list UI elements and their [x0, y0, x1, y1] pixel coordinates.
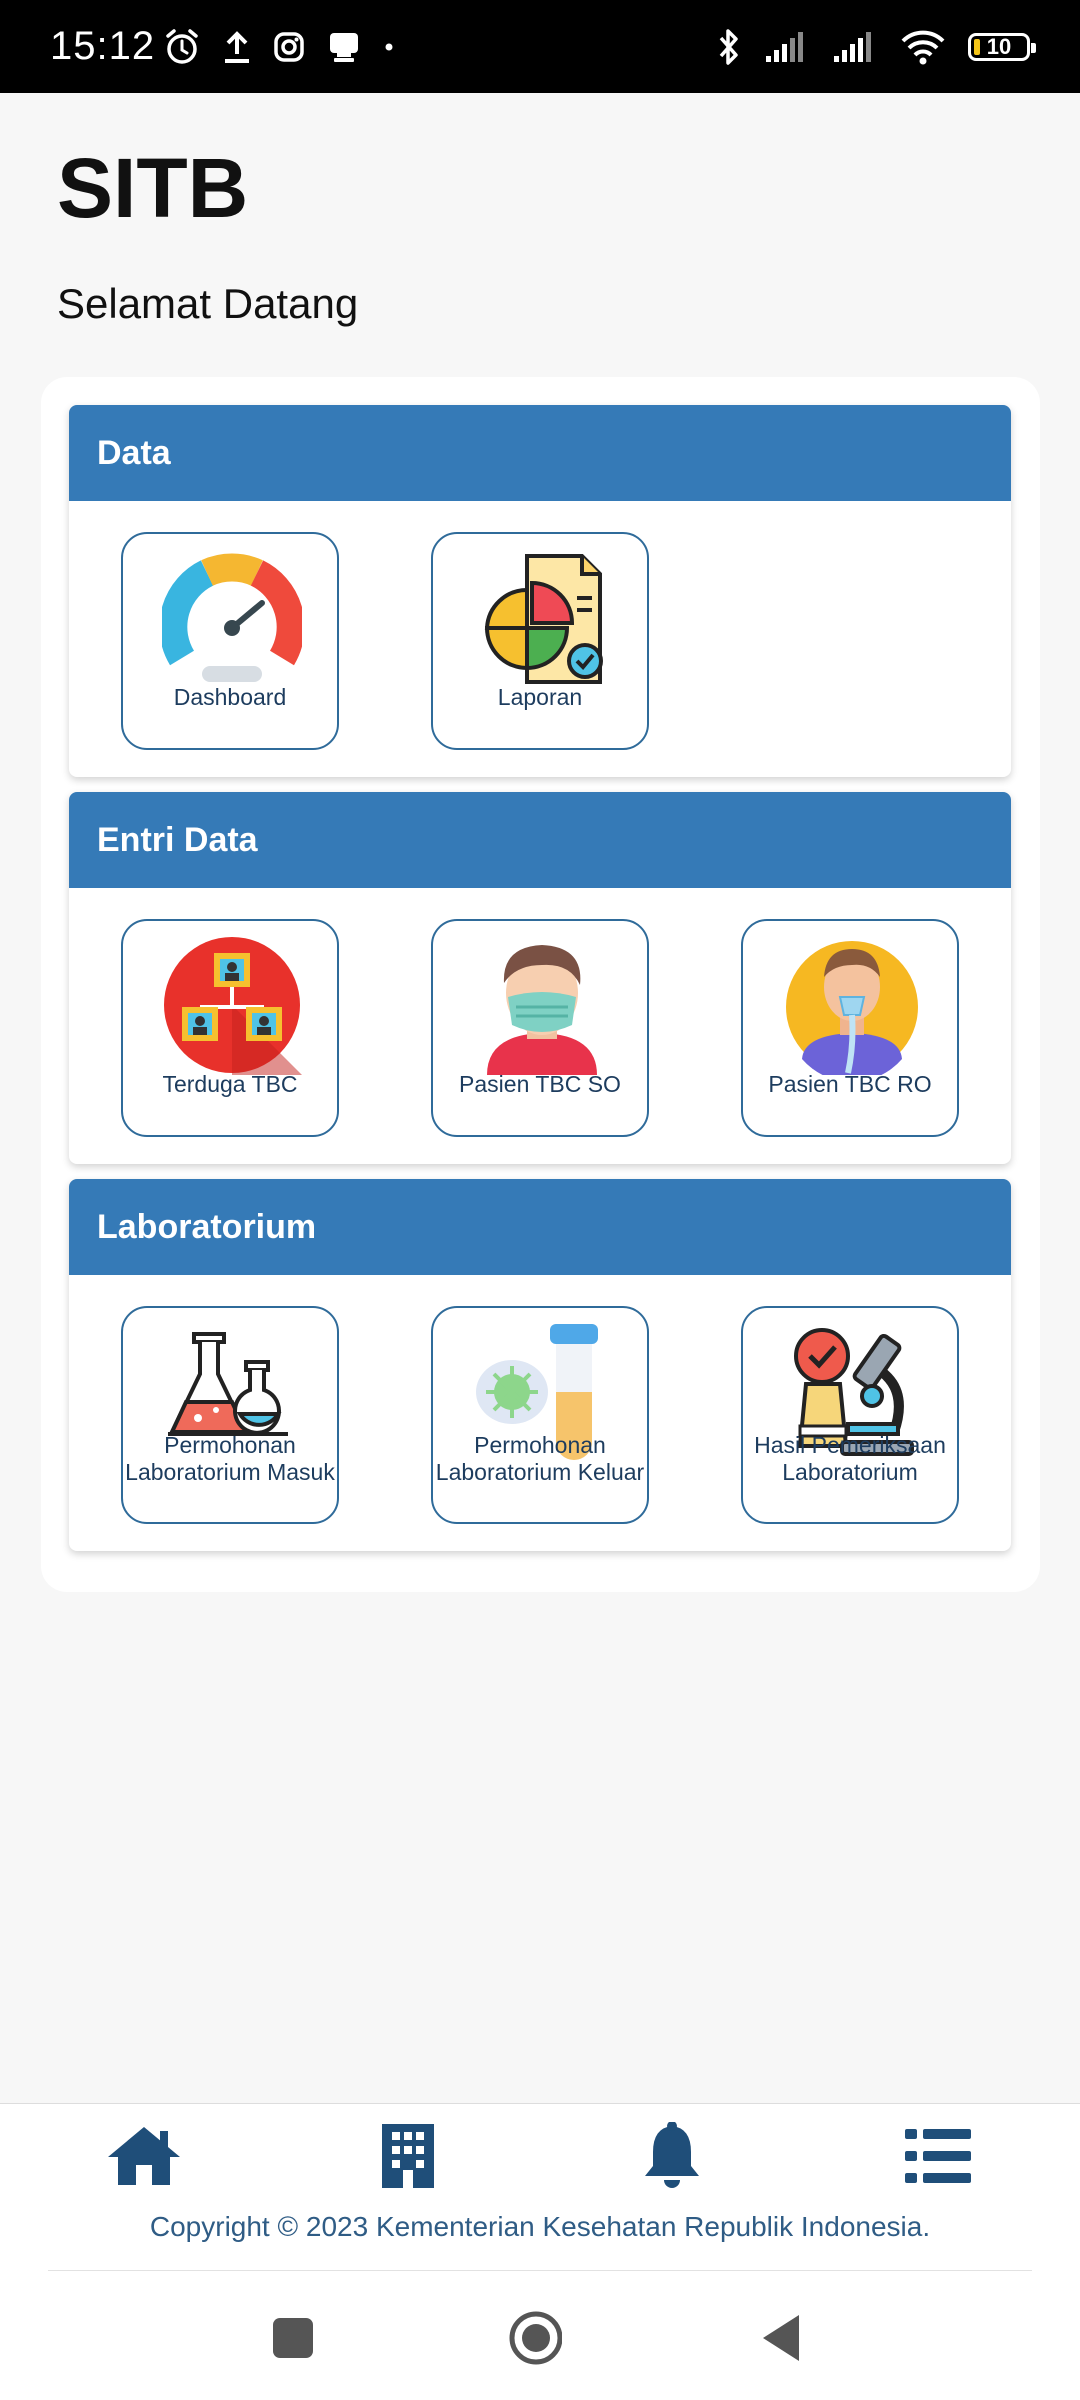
terduga-tbc-button[interactable]: Terduga TBC — [121, 919, 339, 1137]
tile-label: Pasien TBC SO — [459, 1071, 621, 1097]
bell-icon[interactable] — [632, 2120, 712, 2192]
dot-icon — [383, 41, 395, 53]
upload-icon — [223, 30, 251, 64]
welcome-text: Selamat Datang — [57, 280, 359, 327]
tile-label: Permohonan Laboratorium Keluar — [435, 1432, 645, 1485]
battery-icon: 10 — [968, 32, 1036, 61]
copyright-text: Copyright © 2023 Kementerian Kesehatan R… — [149, 2211, 931, 2242]
dashboard-button[interactable]: Dashboard — [121, 532, 339, 750]
gauge-icon — [162, 553, 302, 682]
status-bar: 15:12 10 — [0, 0, 1080, 93]
section-laboratorium: Laboratorium Permohonan Laboratorium Mas… — [69, 1179, 1011, 1551]
bottom-nav: Copyright © 2023 Kementerian Kesehatan R… — [0, 2103, 1080, 2274]
divider — [48, 2270, 1032, 2271]
list-icon[interactable] — [898, 2120, 978, 2192]
tile-label: Terduga TBC — [162, 1071, 298, 1097]
tile-label: Dashboard — [173, 684, 287, 710]
system-nav-bar — [0, 2273, 1080, 2400]
suspect-people-icon — [164, 937, 302, 1075]
permohonan-lab-masuk-button[interactable]: Permohonan Laboratorium Masuk — [121, 1306, 339, 1524]
battery-level: 10 — [986, 33, 1012, 59]
section-entri-data: Entri Data Terduga TBC Pasien TBC SO Pas… — [69, 792, 1011, 1164]
back-button[interactable] — [754, 2311, 808, 2365]
oxygen-patient-icon — [786, 941, 918, 1075]
home-icon[interactable] — [104, 2120, 184, 2192]
notification-icon — [327, 30, 361, 64]
masked-patient-icon — [487, 945, 597, 1075]
wifi-icon — [900, 29, 946, 65]
alarm-icon — [163, 28, 201, 66]
tile-label: Hasil Pemeriksaan Laboratorium — [754, 1432, 946, 1485]
bluetooth-icon — [716, 27, 742, 67]
hasil-pemeriksaan-lab-button[interactable]: Hasil Pemeriksaan Laboratorium — [741, 1306, 959, 1524]
laporan-button[interactable]: Laporan — [431, 532, 649, 750]
status-time: 15:12 — [50, 24, 156, 68]
signal-icon — [764, 30, 810, 64]
signal-icon — [832, 30, 878, 64]
permohonan-lab-keluar-button[interactable]: Permohonan Laboratorium Keluar — [431, 1306, 649, 1524]
section-title: Laboratorium — [69, 1179, 1011, 1275]
tile-label: Pasien TBC RO — [768, 1071, 932, 1097]
tile-label: Permohonan Laboratorium Masuk — [125, 1432, 335, 1485]
instagram-icon — [273, 31, 305, 63]
tile-label: Laporan — [497, 684, 583, 710]
building-icon[interactable] — [368, 2120, 448, 2192]
section-title: Data — [69, 405, 1011, 501]
app-title: SITB — [57, 141, 249, 235]
home-button[interactable] — [508, 2311, 562, 2365]
recents-button[interactable] — [266, 2311, 320, 2365]
pasien-tbc-so-button[interactable]: Pasien TBC SO — [431, 919, 649, 1137]
report-chart-icon — [484, 554, 603, 684]
section-data: Data Dashboard Laporan — [69, 405, 1011, 777]
pasien-tbc-ro-button[interactable]: Pasien TBC RO — [741, 919, 959, 1137]
section-title: Entri Data — [69, 792, 1011, 888]
menu-card: Data Dashboard Laporan Entri Data Terdug… — [41, 377, 1040, 1592]
